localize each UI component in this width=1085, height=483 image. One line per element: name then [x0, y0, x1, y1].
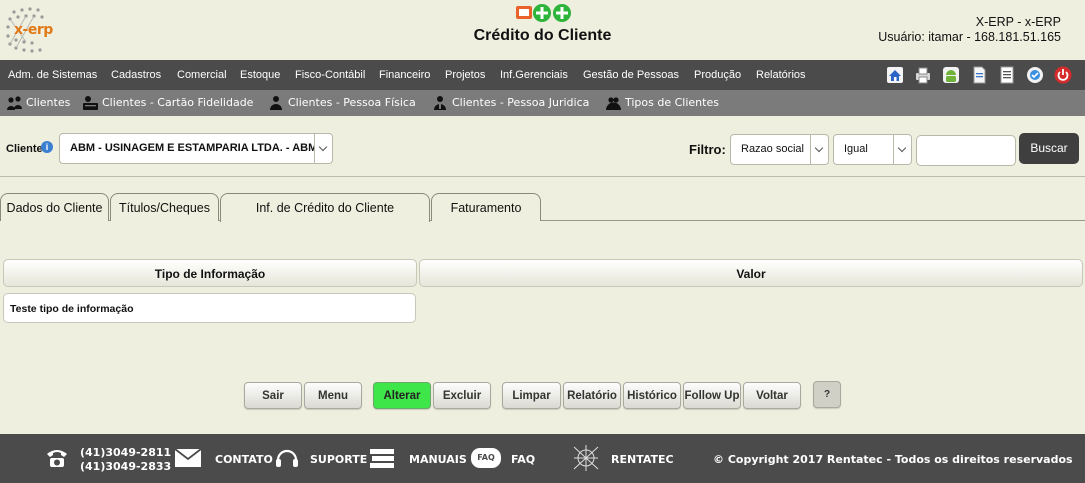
new-window-icon[interactable] — [516, 6, 532, 19]
tab-faturamento[interactable]: Faturamento — [431, 193, 541, 221]
column-header-tipo[interactable]: Tipo de Informação — [3, 259, 417, 287]
help-button[interactable]: ? — [813, 381, 841, 408]
edit-button[interactable]: Alterar — [373, 382, 431, 409]
chevron-down-icon — [810, 135, 828, 164]
menu-financeiro[interactable]: Financeiro — [379, 60, 430, 90]
footer-manuals-link[interactable]: MANUAIS — [409, 453, 467, 466]
system-name: X-ERP - x-ERP — [975, 15, 1061, 29]
exit-button[interactable]: Sair — [244, 382, 302, 409]
user-group-icon — [606, 97, 621, 110]
android-icon[interactable] — [941, 65, 961, 85]
main-menu-bar: Adm. de Sistemas Cadastros Comercial Est… — [0, 60, 1085, 90]
menu-estoque[interactable]: Estoque — [240, 60, 280, 90]
phone-number-1: (41)3049-2811 — [80, 446, 172, 459]
phone-number-2: (41)3049-2833 — [80, 460, 172, 473]
phone-icon — [47, 450, 67, 467]
submenu-clientes-label: Clientes — [26, 96, 71, 109]
toolbar-icons — [885, 65, 1075, 85]
submenu-pessoa-juridica[interactable]: Clientes - Pessoa Juridica — [432, 90, 602, 116]
footer-rentatec-link[interactable]: RENTATEC — [611, 453, 674, 466]
menu-projetos[interactable]: Projetos — [445, 60, 485, 90]
rentatec-logo — [573, 445, 599, 471]
header-action-icons — [516, 4, 571, 22]
footer-faq-link[interactable]: FAQ — [511, 453, 535, 466]
users-icon — [7, 96, 22, 110]
mail-icon[interactable] — [174, 448, 202, 468]
submenu-cartao-fidelidade[interactable]: Clientes - Cartão Fidelidade — [82, 90, 262, 116]
header: x-erp Crédito do Cliente X-ERP - x-ERP U… — [0, 0, 1085, 60]
table-row[interactable]: Teste tipo de informação — [3, 293, 416, 323]
headset-icon[interactable] — [274, 446, 300, 470]
submenu-pessoa-fisica[interactable]: Clientes - Pessoa Física — [268, 90, 428, 116]
power-icon[interactable] — [1053, 65, 1073, 85]
user-info: Usuário: itamar - 168.181.51.165 — [878, 30, 1061, 44]
add-record-icon[interactable] — [553, 4, 571, 22]
submenu-tipos-clientes[interactable]: Tipos de Clientes — [605, 90, 730, 116]
card-icon — [83, 96, 98, 110]
add-icon[interactable] — [533, 4, 551, 22]
chevron-down-icon — [893, 135, 911, 164]
menu-adm-sistemas[interactable]: Adm. de Sistemas — [8, 60, 97, 90]
menu-cadastros[interactable]: Cadastros — [111, 60, 161, 90]
print-icon[interactable] — [913, 65, 933, 85]
column-header-valor[interactable]: Valor — [419, 259, 1083, 287]
filter-operator-value: Igual — [844, 143, 868, 155]
submenu-cartao-fidelidade-label: Clientes - Cartão Fidelidade — [102, 96, 254, 109]
menu-inf-gerenciais[interactable]: Inf.Gerenciais — [500, 60, 568, 90]
footer-contact-link[interactable]: CONTATO — [215, 453, 273, 466]
sub-menu-bar: Clientes Clientes - Cartão Fidelidade Cl… — [0, 90, 1085, 116]
page-title: Crédito do Cliente — [473, 27, 612, 44]
history-button[interactable]: Histórico — [623, 382, 681, 409]
footer-copyright: © Copyright 2017 Rentatec - Todos os dir… — [713, 453, 1073, 466]
person-icon — [270, 96, 282, 110]
client-select-value: ABM - USINAGEM E ESTAMPARIA LTDA. - ABM … — [70, 142, 314, 154]
submenu-tipos-clientes-label: Tipos de Clientes — [625, 96, 719, 109]
filter-label: Filtro: — [689, 142, 726, 157]
filter-field-value: Razao social — [741, 143, 804, 155]
books-icon[interactable] — [368, 447, 396, 469]
filter-operator-select[interactable]: Igual — [833, 134, 912, 165]
submenu-pessoa-fisica-label: Clientes - Pessoa Física — [288, 96, 416, 109]
submenu-clientes[interactable]: Clientes — [6, 90, 76, 116]
notes-icon[interactable] — [997, 65, 1017, 85]
menu-gestao-pessoas[interactable]: Gestão de Pessoas — [583, 60, 679, 90]
document-icon[interactable] — [969, 65, 989, 85]
menu-button[interactable]: Menu — [304, 382, 362, 409]
footer: (41)3049-2811 (41)3049-2833 CONTATO SUPO… — [0, 434, 1085, 483]
client-select[interactable]: ABM - USINAGEM E ESTAMPARIA LTDA. - ABM … — [59, 133, 333, 164]
report-button[interactable]: Relatório — [563, 382, 621, 409]
business-person-icon — [434, 96, 446, 110]
chat-icon[interactable] — [1025, 65, 1045, 85]
menu-producao[interactable]: Produção — [694, 60, 741, 90]
footer-support-link[interactable]: SUPORTE — [310, 453, 367, 466]
filter-value-input[interactable] — [916, 135, 1016, 166]
info-icon[interactable]: i — [41, 141, 53, 153]
follow-up-button[interactable]: Follow Up — [683, 382, 741, 409]
menu-fisco-contabil[interactable]: Fisco-Contábil — [295, 60, 365, 90]
home-icon[interactable] — [885, 65, 905, 85]
search-button[interactable]: Buscar — [1019, 133, 1079, 164]
chevron-down-icon — [314, 134, 332, 163]
logo-text: x-erp — [14, 22, 53, 38]
menu-relatorios[interactable]: Relatórios — [756, 60, 806, 90]
back-button[interactable]: Voltar — [743, 382, 801, 409]
menu-comercial[interactable]: Comercial — [177, 60, 227, 90]
client-label: Cliente — [6, 143, 43, 155]
divider — [0, 176, 1085, 177]
tab-dados-cliente[interactable]: Dados do Cliente — [0, 193, 109, 221]
clear-button[interactable]: Limpar — [502, 382, 561, 409]
faq-icon[interactable]: FAQ — [471, 448, 501, 468]
tab-titulos-cheques[interactable]: Títulos/Cheques — [110, 193, 219, 221]
tab-inf-credito[interactable]: Inf. de Crédito do Cliente — [220, 193, 430, 222]
filter-field-select[interactable]: Razao social — [730, 134, 829, 165]
cell-tipo: Teste tipo de informação — [10, 303, 134, 315]
delete-button[interactable]: Excluir — [433, 382, 491, 409]
submenu-pessoa-juridica-label: Clientes - Pessoa Juridica — [452, 96, 590, 109]
